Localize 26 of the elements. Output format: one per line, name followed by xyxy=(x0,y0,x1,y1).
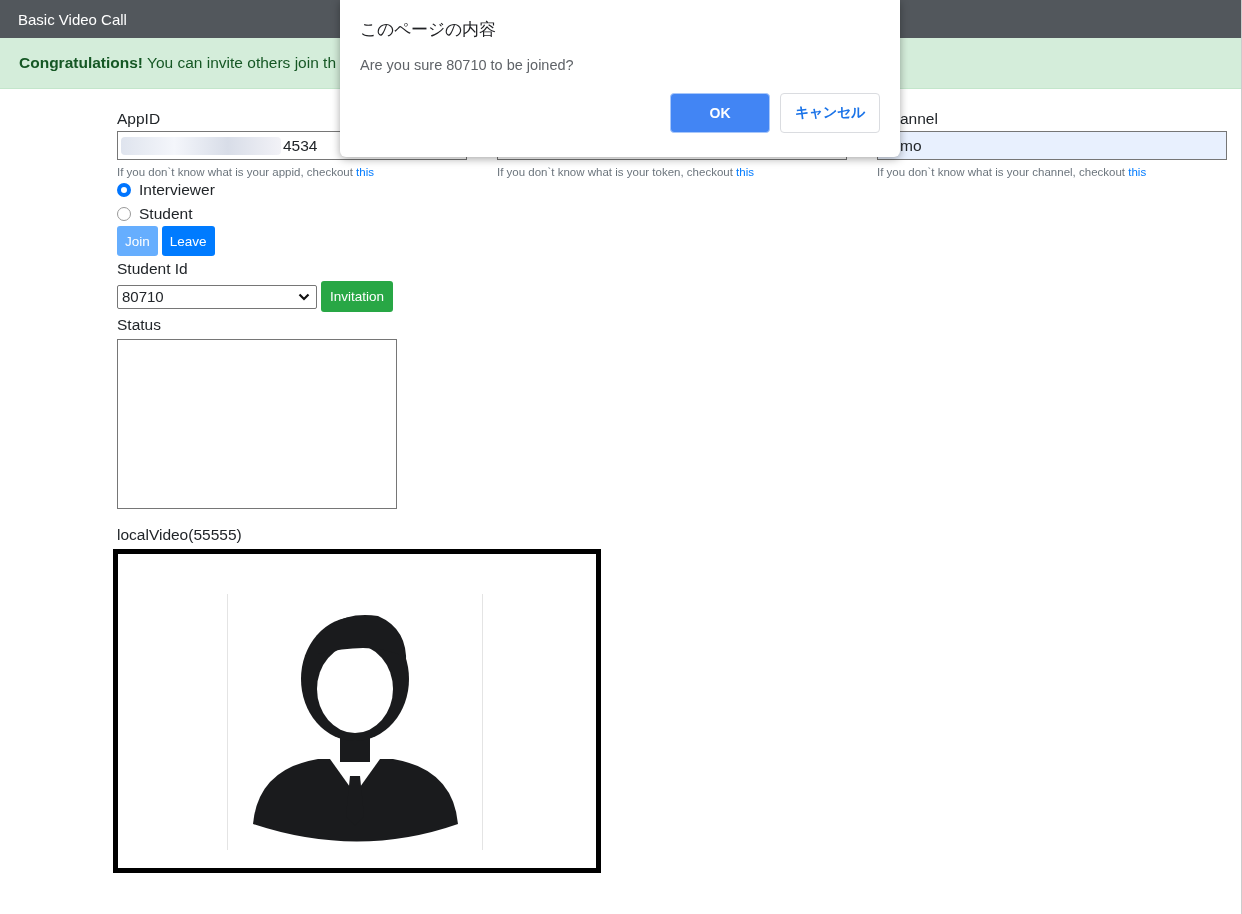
hint-link[interactable]: this xyxy=(356,166,374,178)
field-label: Student Id xyxy=(117,260,188,278)
hint-link[interactable]: this xyxy=(1128,166,1147,178)
field-label: AppID xyxy=(117,110,161,128)
radio-label: Student xyxy=(139,205,193,223)
radio-button[interactable] xyxy=(117,183,131,197)
hint-text: If you don`t know what is your channel, checkout xyxy=(877,166,1126,178)
ok-button[interactable]: OK xyxy=(670,93,770,133)
chevron-down-icon xyxy=(298,292,310,301)
field-label: Status xyxy=(117,316,161,334)
dialog-title: このページの内容 xyxy=(360,19,497,41)
dialog-message: Are you sure 80710 to be joined? xyxy=(360,57,575,73)
cancel-button[interactable]: キャンセル xyxy=(780,93,880,133)
invitation-button[interactable]: Invitation xyxy=(321,281,394,312)
student-id-dropdown[interactable]: 80710 xyxy=(117,284,317,309)
hint-link[interactable]: this xyxy=(736,166,754,178)
action-button[interactable]: Leave xyxy=(161,226,215,256)
radio-label: Interviewer xyxy=(139,181,215,199)
field-label: annel xyxy=(900,110,938,128)
hint-text: If you don`t know what is your token, checkout xyxy=(497,166,733,178)
video-title: localVideo(55555) xyxy=(117,526,242,544)
alert-text: Congratulations! You can invite others join th xyxy=(19,54,337,72)
input-field[interactable]: mo xyxy=(877,131,1227,160)
navbar-title: Basic Video Call xyxy=(18,10,127,28)
hint-text: If you don`t know what is your appid, checkout xyxy=(117,166,353,178)
radio-button[interactable] xyxy=(117,207,131,221)
